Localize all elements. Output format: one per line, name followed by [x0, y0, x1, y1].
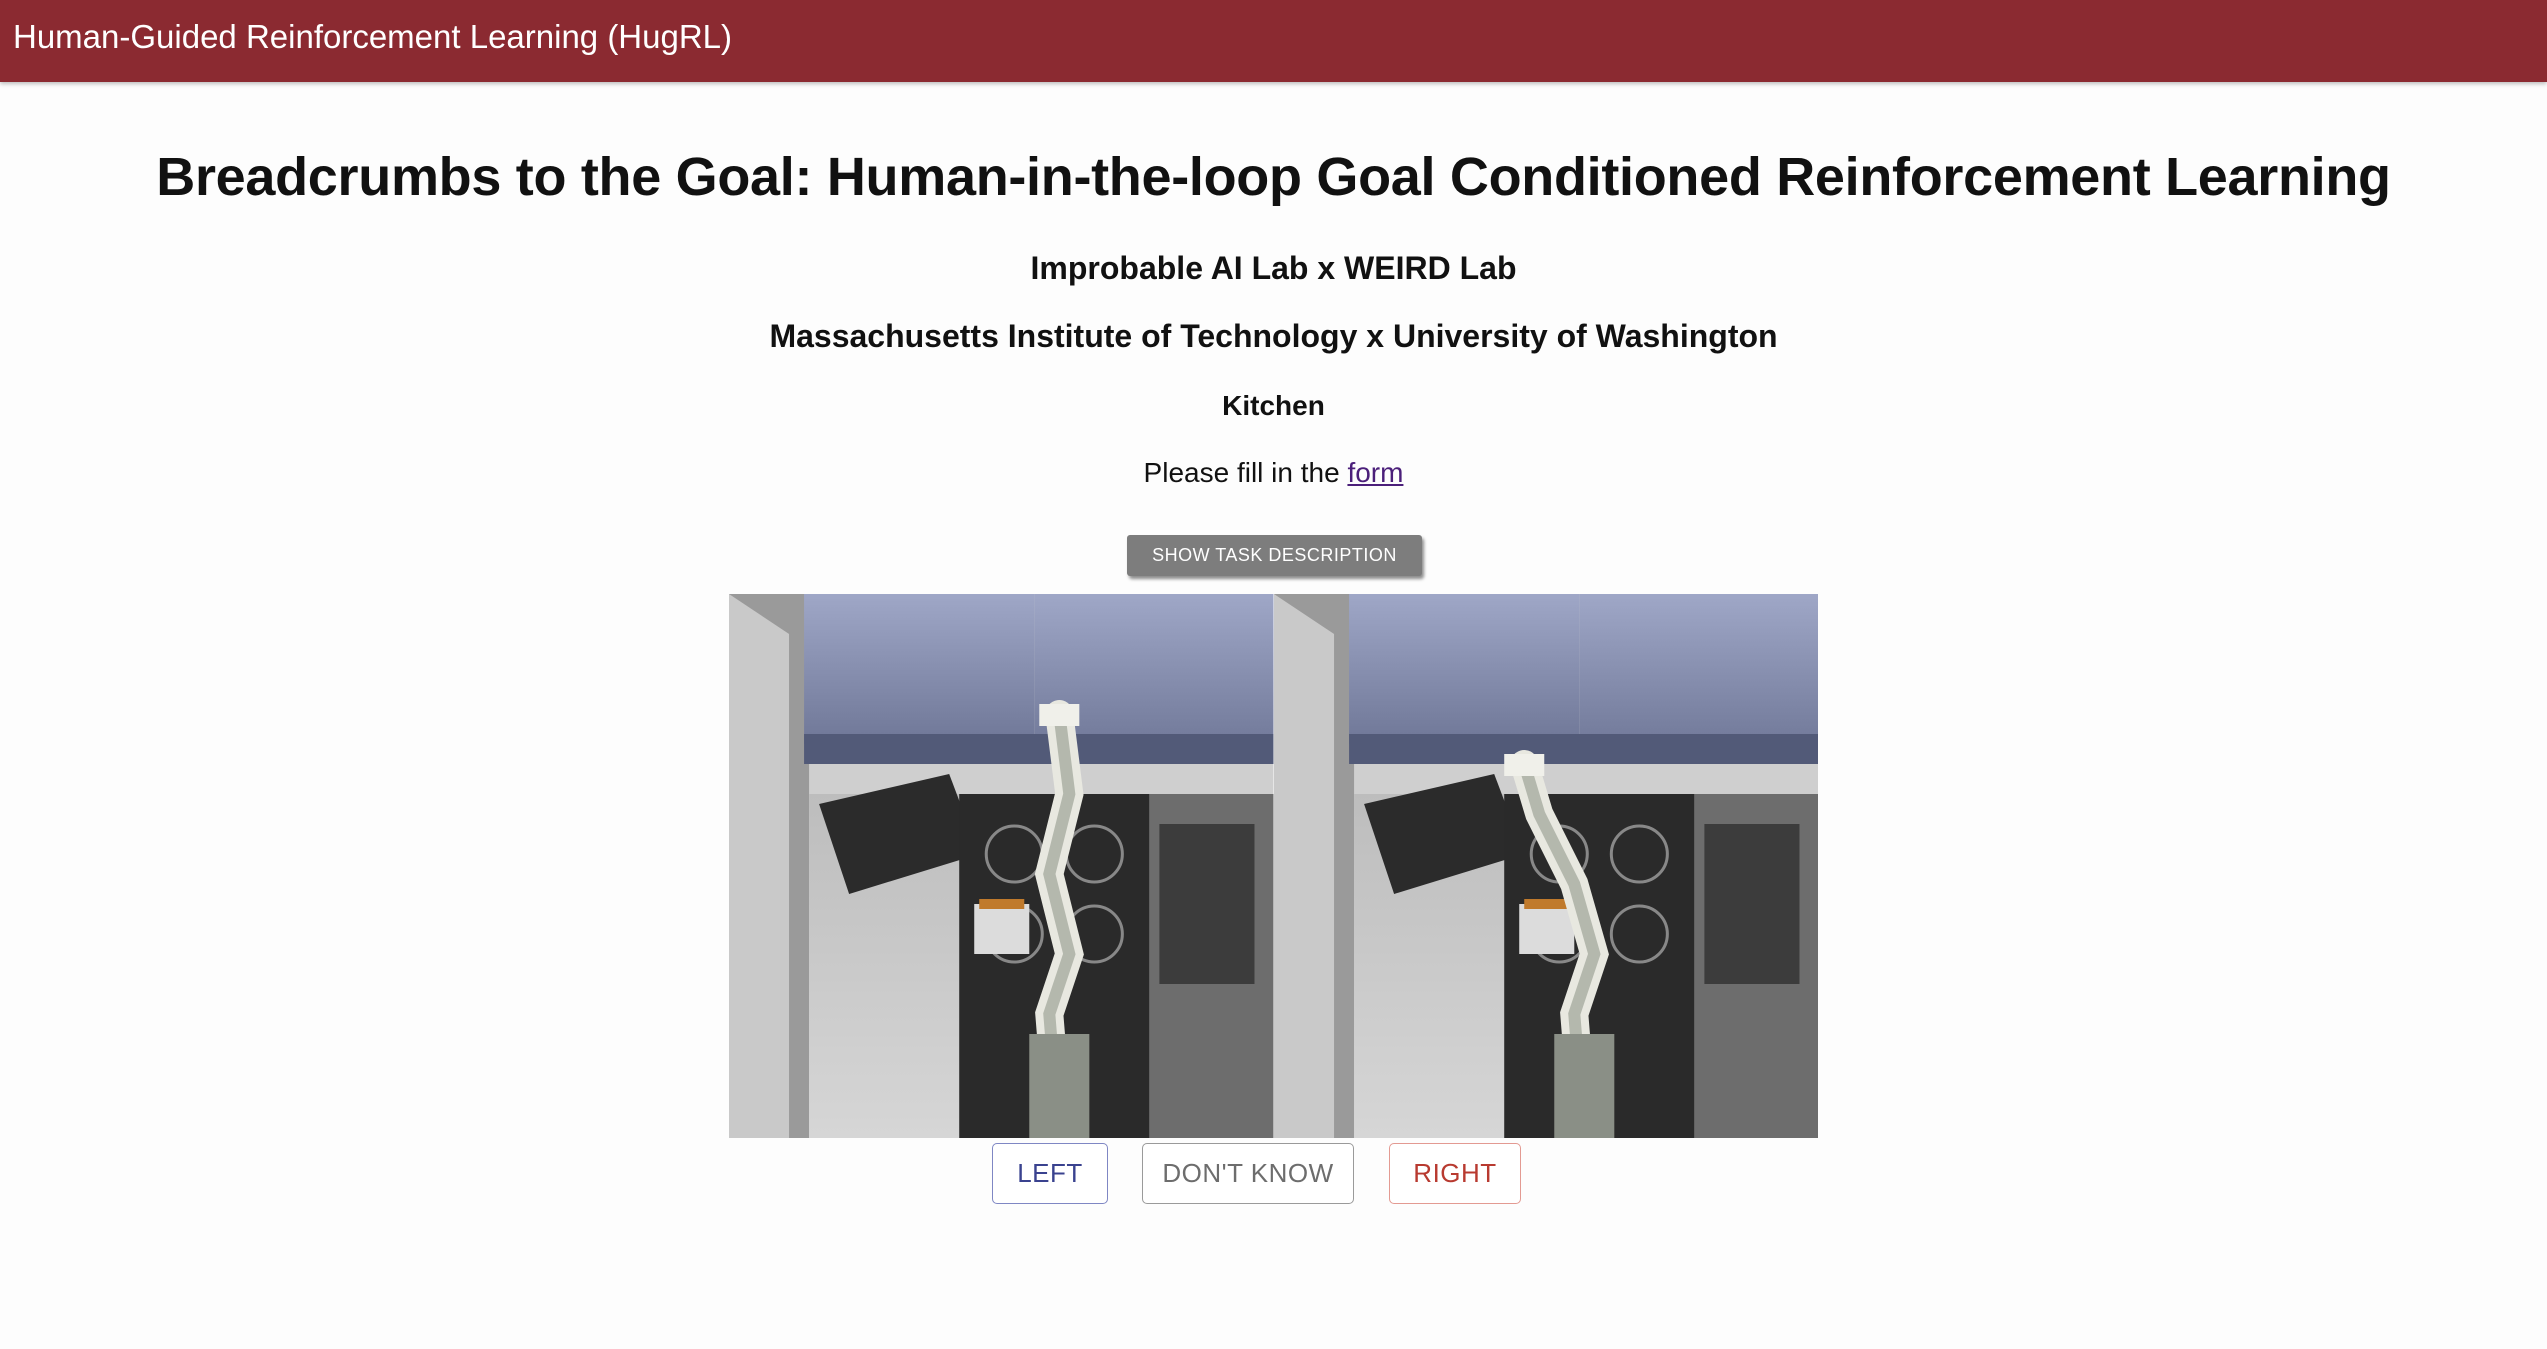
kitchen-scene-right-image — [1273, 594, 1818, 1138]
labs-subtitle: Improbable AI Lab x WEIRD Lab — [1030, 250, 1517, 286]
left-choice-button[interactable]: LEFT — [992, 1143, 1108, 1204]
dont-know-button[interactable]: DON'T KNOW — [1142, 1143, 1354, 1204]
form-prompt: Please fill in the form — [0, 457, 2547, 489]
kitchen-scene-left-image — [729, 594, 1274, 1138]
form-prompt-text: Please fill in the — [1143, 457, 1348, 488]
left-frame — [729, 594, 1274, 1138]
comparison-frames — [729, 594, 1818, 1138]
institutions-subtitle: Massachusetts Institute of Technology x … — [769, 318, 1778, 354]
app-title: Human-Guided Reinforcement Learning (Hug… — [13, 18, 733, 55]
form-link[interactable]: form — [1347, 457, 1403, 488]
app-bar: Human-Guided Reinforcement Learning (Hug… — [0, 0, 2547, 82]
page-title: Breadcrumbs to the Goal: Human-in-the-lo… — [156, 147, 2391, 207]
right-choice-button[interactable]: RIGHT — [1389, 1143, 1521, 1204]
environment-name: Kitchen — [1222, 390, 1325, 421]
right-frame — [1273, 594, 1818, 1138]
show-task-description-button[interactable]: SHOW TASK DESCRIPTION — [1127, 535, 1422, 576]
